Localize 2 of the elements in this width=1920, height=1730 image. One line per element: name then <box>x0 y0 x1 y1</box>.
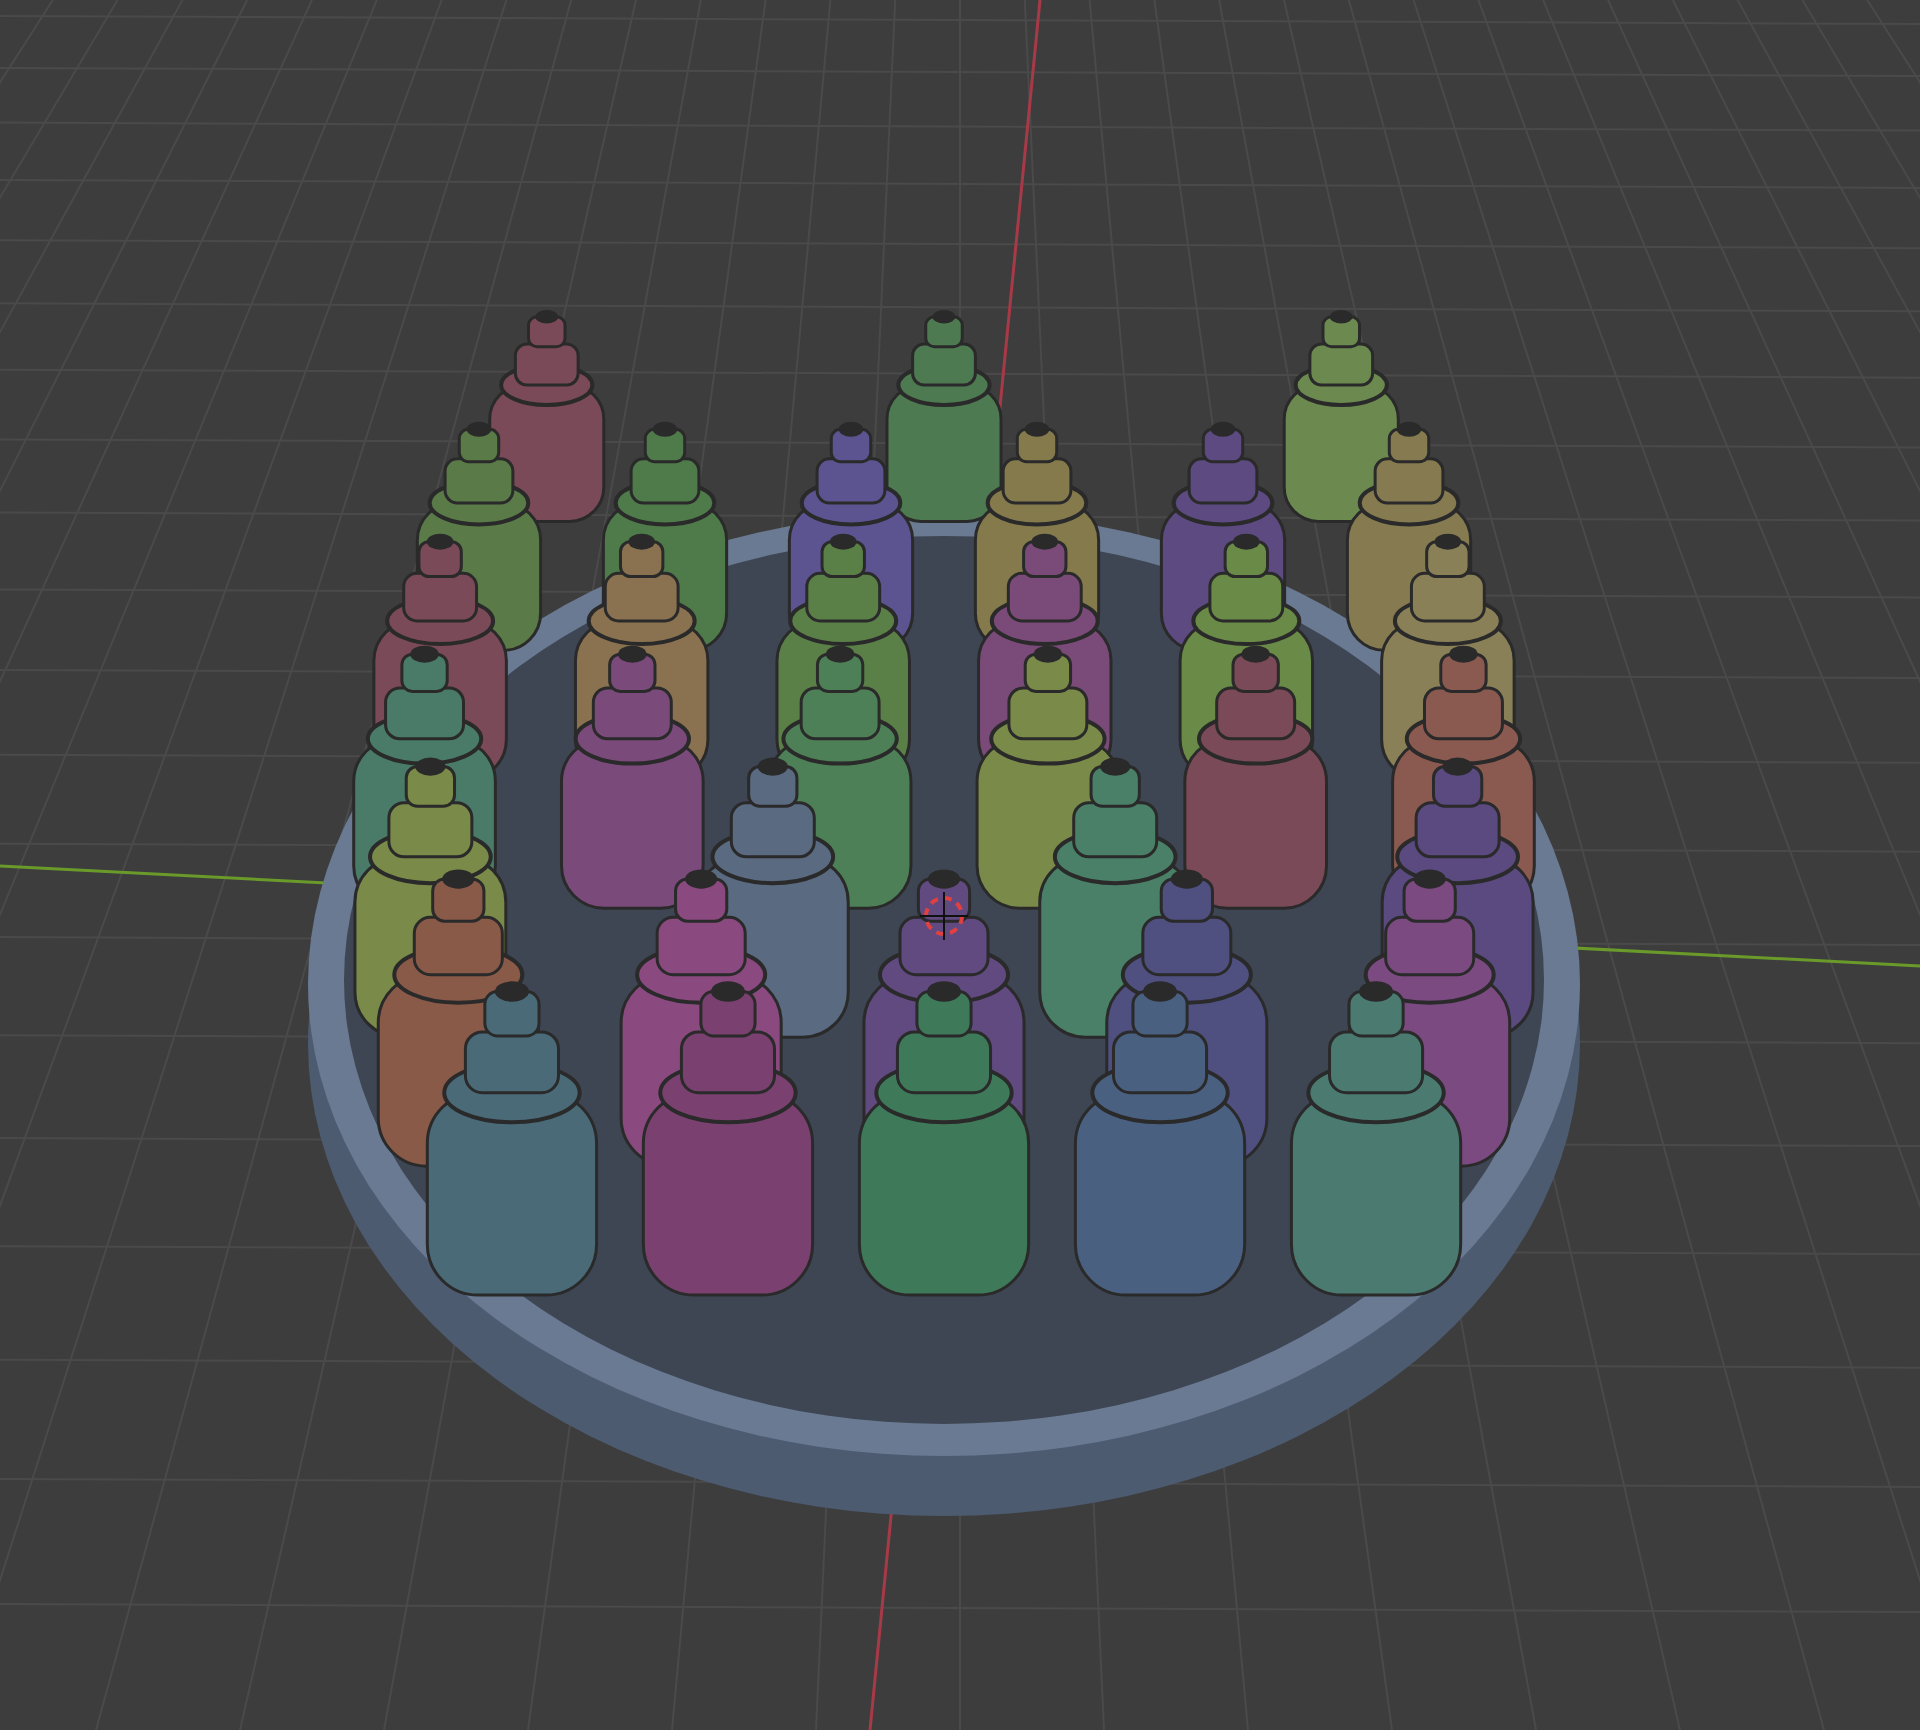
3d-cursor-icon[interactable] <box>919 891 969 941</box>
3d-viewport[interactable] <box>0 0 1920 1730</box>
